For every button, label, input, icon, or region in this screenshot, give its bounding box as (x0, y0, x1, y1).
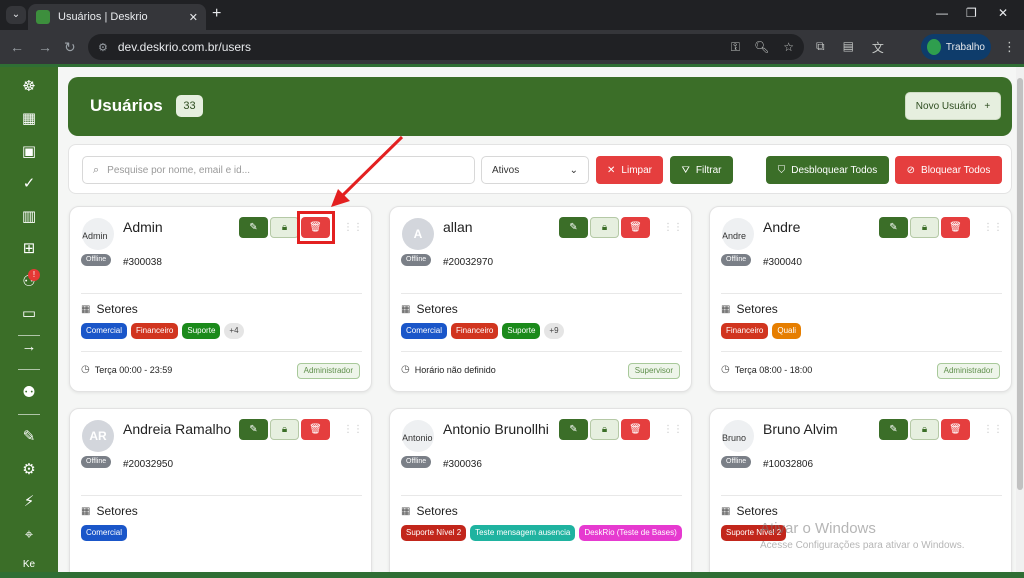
bottom-accent-line (0, 572, 1024, 578)
arrow-line (341, 135, 404, 197)
page-scrollbar-thumb[interactable] (1017, 78, 1023, 490)
annotation-arrow (331, 135, 404, 207)
windows-activation-title: Ativar o Windows (760, 520, 876, 537)
windows-activation-subtitle: Acesse Configurações para ativar o Windo… (760, 540, 965, 551)
